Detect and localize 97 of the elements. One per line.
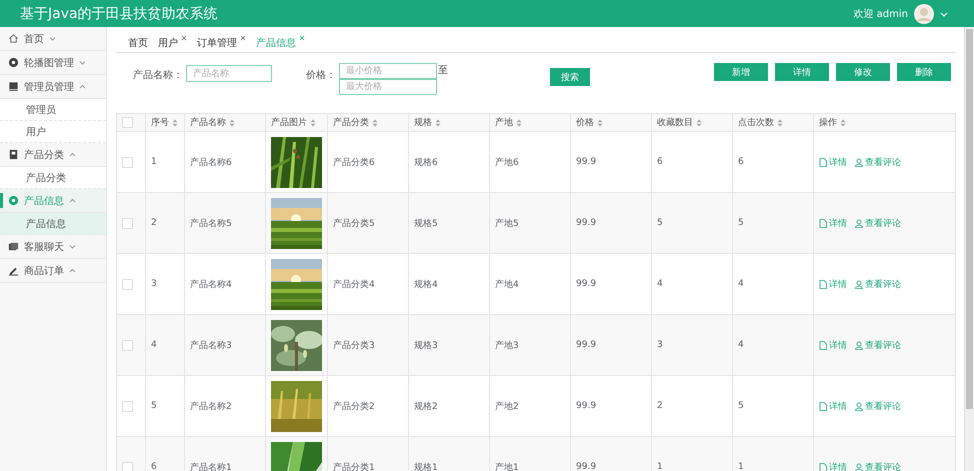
monitor-icon [8, 81, 19, 92]
close-icon[interactable] [299, 34, 305, 40]
chevron-up-icon [69, 197, 76, 204]
document-icon [819, 462, 827, 471]
sidebar-subitem[interactable]: 管理员 [0, 99, 106, 121]
chevron-down-icon[interactable] [940, 10, 948, 18]
chevron-down-icon [69, 243, 76, 250]
table-cell: 4 [732, 314, 814, 376]
table-cell: 1 [652, 436, 732, 471]
table-cell: 产品分类3 [328, 314, 408, 376]
sidebar-subitem[interactable]: 产品分类 [0, 167, 106, 189]
user-icon [855, 340, 863, 350]
table-cell: 规格3 [408, 314, 490, 376]
table-cell: 产品名称3 [184, 314, 266, 376]
circle-dot-icon [8, 195, 19, 206]
table-cell: 产地1 [490, 436, 570, 471]
checkbox[interactable] [122, 218, 133, 228]
table-cell: 产品分类5 [328, 192, 408, 254]
avatar-icon[interactable] [914, 4, 934, 24]
folder-icon [8, 241, 19, 252]
app-title: 基于Java的于田县扶贫助农系统 [19, 4, 218, 22]
circle-dot-icon [8, 57, 19, 68]
column-header[interactable]: 操作 [819, 116, 837, 129]
sort-icon[interactable] [229, 118, 235, 126]
scrollbar-thumb[interactable] [966, 29, 973, 409]
tab[interactable]: 首页 [128, 36, 148, 50]
close-icon[interactable] [240, 34, 246, 40]
table-cell: 3 [652, 314, 732, 376]
sort-icon[interactable] [310, 118, 316, 126]
user-icon [855, 462, 863, 471]
tab[interactable]: 订单管理 [197, 36, 246, 50]
user-icon [855, 218, 863, 228]
table-cell: 1 [732, 436, 814, 471]
table-cell: 99.9 [570, 436, 652, 471]
home-icon [8, 33, 19, 44]
document-icon [819, 158, 827, 166]
close-icon[interactable] [181, 34, 187, 40]
checkbox[interactable] [122, 117, 133, 128]
checkbox[interactable] [122, 340, 133, 350]
max-price-input[interactable]: 最大价格 [339, 79, 437, 95]
checkbox[interactable] [122, 156, 133, 168]
sidebar-subitem[interactable]: 用户 [0, 121, 106, 143]
sort-icon[interactable] [777, 118, 783, 126]
tab[interactable]: 用户 [158, 36, 187, 50]
welcome-text: 欢迎 admin [853, 8, 908, 20]
sidebar-subitem[interactable]: 产品信息 [0, 213, 106, 235]
sort-icon[interactable] [597, 118, 603, 126]
name-input[interactable]: 产品名称 [186, 65, 272, 82]
table-cell: 产地5 [490, 192, 570, 254]
range-separator: 至 [438, 64, 448, 77]
document-icon [819, 218, 827, 228]
table-cell: 99.9 [570, 314, 652, 376]
chevron-down-icon [49, 35, 56, 42]
checkbox[interactable] [122, 278, 133, 290]
user-icon [855, 402, 863, 410]
table-cell: 2 [146, 192, 184, 254]
checkbox[interactable] [122, 400, 133, 412]
sort-icon[interactable] [372, 118, 378, 126]
document-icon [819, 340, 827, 350]
table-cell: 5 [652, 192, 732, 254]
sort-icon[interactable] [516, 118, 522, 126]
user-icon [855, 280, 863, 288]
sort-icon[interactable] [172, 118, 178, 126]
table-cell: 产品名称5 [184, 192, 266, 254]
table-cell: 产地3 [490, 314, 570, 376]
column-header[interactable]: 规格 [414, 116, 432, 129]
column-header[interactable]: 价格 [576, 116, 594, 129]
sidebar-item[interactable]: 商品订单 [0, 259, 106, 283]
column-header[interactable]: 产地 [495, 116, 513, 129]
table-cell: 99.9 [570, 192, 652, 254]
table-cell: 产品名称1 [184, 436, 266, 471]
scrollbar[interactable] [964, 27, 974, 471]
sort-icon[interactable] [435, 118, 441, 126]
checkbox[interactable] [122, 462, 133, 471]
sidebar-item[interactable]: 首页 [0, 27, 106, 51]
sort-icon[interactable] [840, 118, 846, 126]
min-price-input[interactable]: 最小价格 [339, 63, 437, 79]
table-cell: 6 [146, 436, 184, 471]
book-icon [8, 149, 19, 160]
chevron-down-icon [79, 59, 86, 66]
document-icon [819, 280, 827, 288]
table-cell: 规格1 [408, 436, 490, 471]
sort-icon[interactable] [696, 118, 702, 126]
document-icon [819, 402, 827, 410]
table-cell: 规格5 [408, 192, 490, 254]
sidebar-item[interactable]: 客服聊天 [0, 235, 106, 259]
field-label: 价格： [306, 68, 336, 82]
chevron-up-icon [69, 151, 76, 158]
table-cell: 4 [146, 314, 184, 376]
field-label: 产品名称： [133, 68, 183, 82]
chevron-up-icon [69, 267, 76, 274]
user-icon [855, 158, 863, 166]
sidebar-item[interactable]: 轮播图管理 [0, 51, 106, 75]
table-cell: 产品分类1 [328, 436, 408, 471]
table-cell: 5 [732, 192, 814, 254]
pen-icon [8, 265, 19, 276]
chevron-up-icon [79, 83, 86, 90]
